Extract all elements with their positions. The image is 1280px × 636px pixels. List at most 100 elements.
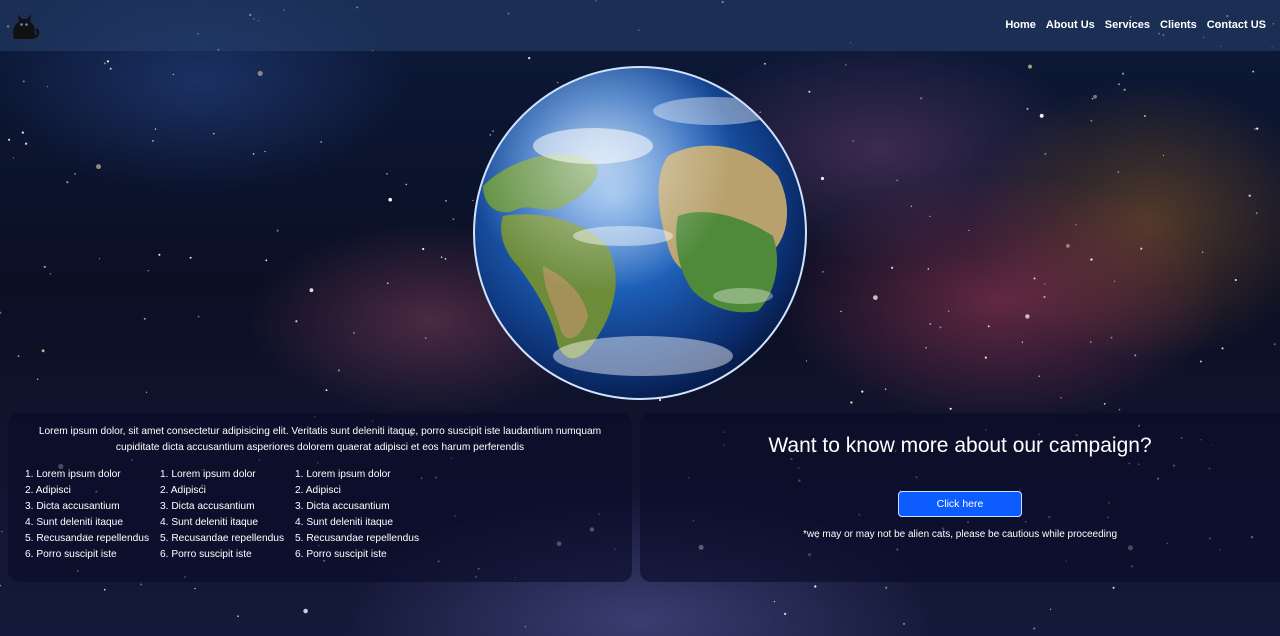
star bbox=[524, 626, 527, 628]
star bbox=[1221, 347, 1224, 350]
star bbox=[987, 325, 990, 328]
star bbox=[1038, 375, 1040, 377]
star bbox=[1091, 97, 1094, 100]
star bbox=[1273, 343, 1276, 346]
star bbox=[145, 391, 148, 393]
feature-list-2: 1. Lorem ipsum dolor 2. Adipisci 3. Dict… bbox=[160, 467, 295, 563]
nav-link-clients[interactable]: Clients bbox=[1160, 19, 1197, 31]
star bbox=[0, 584, 1, 587]
star bbox=[1043, 295, 1046, 299]
nav-link-services[interactable]: Services bbox=[1105, 19, 1150, 31]
list-item: 2. Adipisci bbox=[295, 485, 341, 496]
list-item: 1. Lorem ipsum dolor bbox=[25, 469, 121, 480]
star bbox=[861, 390, 864, 393]
star bbox=[106, 60, 110, 63]
cta-panel: Want to know more about our campaign? Cl… bbox=[640, 413, 1280, 582]
list-item: 6. Porro suscipit iste bbox=[25, 549, 117, 560]
star bbox=[43, 265, 46, 269]
star bbox=[1123, 88, 1126, 91]
navbar: Home About Us Services Clients Contact U… bbox=[0, 0, 1280, 51]
star bbox=[773, 600, 776, 603]
star bbox=[820, 176, 825, 181]
nav-links: Home About Us Services Clients Contact U… bbox=[1005, 19, 1266, 31]
list-item: 5. Recusandae repellendus bbox=[160, 533, 285, 544]
star bbox=[1110, 336, 1113, 339]
star bbox=[158, 253, 161, 256]
star bbox=[405, 183, 408, 186]
star bbox=[873, 295, 878, 300]
star bbox=[66, 181, 69, 184]
list-item: 4. Sunt deleniti itaque bbox=[295, 517, 393, 528]
star bbox=[12, 157, 14, 159]
star bbox=[96, 164, 101, 170]
star bbox=[17, 355, 20, 358]
star bbox=[1140, 247, 1143, 250]
star bbox=[1089, 341, 1092, 343]
click-here-button[interactable]: Click here bbox=[898, 491, 1022, 517]
earth-globe-image bbox=[473, 66, 807, 400]
nav-link-contact-us[interactable]: Contact US bbox=[1207, 19, 1266, 31]
star bbox=[1162, 154, 1165, 157]
star bbox=[21, 131, 24, 134]
star bbox=[1117, 171, 1120, 173]
star bbox=[925, 346, 927, 349]
star bbox=[1026, 107, 1029, 110]
star bbox=[1049, 608, 1052, 610]
star bbox=[814, 585, 817, 588]
star bbox=[929, 322, 932, 325]
star bbox=[388, 197, 392, 202]
star bbox=[1234, 279, 1237, 281]
star bbox=[36, 378, 39, 381]
star bbox=[1254, 128, 1256, 130]
list-item: 2. Adipisci bbox=[25, 485, 71, 496]
star bbox=[24, 142, 28, 145]
star bbox=[387, 282, 389, 285]
star bbox=[890, 266, 894, 269]
star bbox=[103, 588, 106, 591]
list-item: 1. Lorem ipsum dolor bbox=[160, 469, 256, 480]
star bbox=[276, 229, 279, 232]
list-item: 2. Adipisci bbox=[160, 485, 206, 496]
list-item: 5. Recusandae repellendus bbox=[25, 533, 150, 544]
info-panel: Lorem ipsum dolor, sit amet consectetur … bbox=[8, 413, 632, 582]
feature-lists: 1. Lorem ipsum dolor 2. Adipisci 3. Dict… bbox=[25, 467, 430, 563]
star bbox=[1039, 113, 1044, 118]
star bbox=[386, 173, 388, 175]
list-item: 5. Recusandae repellendus bbox=[295, 533, 420, 544]
star bbox=[325, 389, 328, 392]
cta-heading: Want to know more about our campaign? bbox=[768, 434, 1152, 457]
star bbox=[1093, 94, 1097, 99]
star bbox=[1103, 402, 1106, 405]
star bbox=[1075, 224, 1077, 226]
star bbox=[1118, 83, 1120, 86]
star bbox=[783, 612, 787, 616]
nav-link-about-us[interactable]: About Us bbox=[1046, 19, 1095, 31]
star bbox=[1028, 64, 1032, 69]
star bbox=[424, 337, 427, 339]
star bbox=[49, 273, 52, 275]
black-cat-logo-icon[interactable] bbox=[8, 9, 40, 41]
star bbox=[1044, 152, 1047, 155]
star bbox=[189, 256, 192, 259]
list-item: 4. Sunt deleniti itaque bbox=[160, 517, 258, 528]
star bbox=[1, 530, 3, 533]
star bbox=[309, 288, 314, 293]
star bbox=[295, 320, 298, 323]
star bbox=[840, 310, 842, 313]
star bbox=[1033, 277, 1036, 280]
star bbox=[147, 270, 149, 272]
star bbox=[237, 615, 239, 618]
star bbox=[939, 326, 942, 329]
star bbox=[352, 331, 355, 334]
star bbox=[422, 247, 425, 251]
star bbox=[1199, 360, 1202, 363]
star bbox=[1066, 244, 1070, 248]
nav-link-home[interactable]: Home bbox=[1005, 19, 1036, 31]
star bbox=[850, 401, 853, 404]
star bbox=[452, 218, 455, 221]
star bbox=[98, 258, 101, 260]
star bbox=[1144, 115, 1146, 117]
star bbox=[41, 349, 45, 353]
star bbox=[194, 587, 196, 590]
star bbox=[337, 369, 340, 372]
